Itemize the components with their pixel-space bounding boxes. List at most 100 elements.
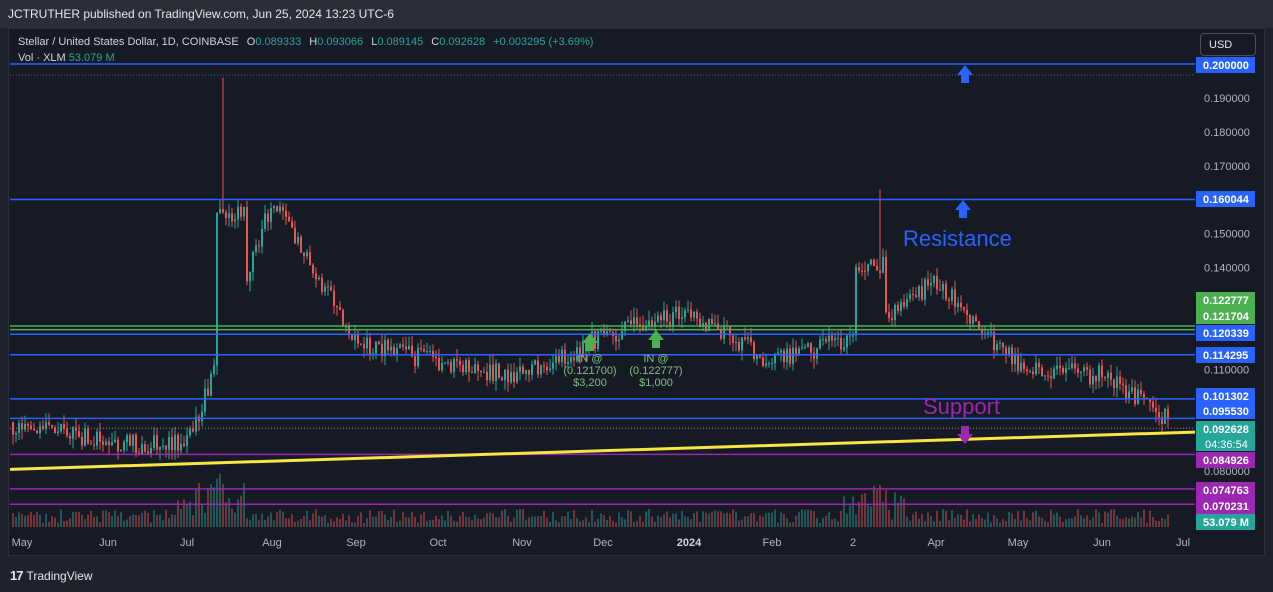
volume-bar — [828, 512, 830, 527]
volume-bar — [942, 509, 944, 527]
candle-body — [285, 210, 287, 217]
volume-bar — [1068, 518, 1070, 527]
candle-body — [183, 443, 185, 446]
volume-bar — [630, 511, 632, 527]
candle-body — [1077, 368, 1079, 373]
candle-body — [525, 370, 527, 374]
volume-bar — [399, 520, 401, 527]
candle-body — [132, 434, 134, 446]
volume-bar — [570, 519, 572, 527]
candle-body — [540, 365, 542, 375]
volume-bar — [105, 510, 107, 527]
volume-bar — [477, 518, 479, 527]
volume-bar — [84, 519, 86, 527]
volume-bar — [834, 518, 836, 527]
volume-bar — [786, 518, 788, 527]
volume-bar — [207, 488, 209, 527]
volume-bar — [867, 504, 869, 527]
x-tick-label: Jul — [180, 537, 194, 549]
candle-body — [432, 351, 434, 357]
volume-bar — [363, 522, 365, 527]
volume-bar — [462, 511, 464, 527]
volume-bar — [1008, 511, 1010, 527]
volume-bar — [426, 520, 428, 527]
candle-body — [1140, 389, 1142, 394]
volume-bar — [453, 520, 455, 527]
candle-body — [783, 350, 785, 363]
candle-body — [327, 286, 329, 288]
volume-bar — [384, 514, 386, 527]
volume-bar — [351, 522, 353, 527]
volume-bar — [504, 509, 506, 527]
candle-body — [510, 372, 512, 383]
volume-bar — [534, 516, 536, 527]
volume-bar — [1152, 517, 1154, 527]
volume-bar — [249, 520, 251, 527]
candle-body — [906, 299, 908, 307]
candle-body — [771, 363, 773, 365]
volume-bar — [1098, 512, 1100, 527]
currency-button[interactable]: USD — [1200, 33, 1256, 56]
volume-bar — [438, 519, 440, 527]
volume-bar — [300, 519, 302, 527]
volume-bar — [474, 514, 476, 527]
level-badge: 0.101302 — [1203, 391, 1249, 403]
level-badge: 0.074763 — [1203, 485, 1249, 497]
volume-bar — [282, 511, 284, 527]
candle-body — [426, 351, 428, 353]
volume-bar — [855, 514, 857, 527]
volume-bar — [1005, 520, 1007, 527]
volume-bar — [465, 516, 467, 527]
volume-bar — [708, 513, 710, 527]
candle-body — [1017, 355, 1019, 372]
volume-bar — [498, 517, 500, 527]
candle-body — [963, 307, 965, 310]
candle-body — [465, 360, 467, 373]
current-price-badge: 0.092628 — [1203, 424, 1249, 436]
volume-bar — [687, 517, 689, 527]
tradingview-logo[interactable]: 17 TradingView — [10, 568, 93, 583]
candle-body — [384, 339, 386, 357]
candle-body — [1095, 375, 1097, 382]
candle-body — [363, 344, 365, 349]
candle-body — [660, 315, 662, 321]
candle-body — [867, 264, 869, 272]
candle-body — [1134, 387, 1136, 405]
volume-bar — [561, 516, 563, 527]
candle-body — [126, 435, 128, 443]
volume-bar — [174, 514, 176, 527]
volume-bar — [990, 522, 992, 527]
candle-body — [192, 428, 194, 432]
x-tick-label: Jul — [1176, 537, 1190, 549]
volume-bar — [936, 510, 938, 527]
volume-bar — [711, 511, 713, 527]
candle-body — [1062, 367, 1064, 373]
candle-body — [267, 213, 269, 222]
candle-body — [609, 331, 611, 333]
volume-bar — [627, 509, 629, 527]
candle-body — [1011, 347, 1013, 365]
price-chart[interactable]: ResistanceSupportIN @(0.121700)$3,200IN … — [0, 0, 1273, 592]
volume-bar — [165, 509, 167, 527]
candle-body — [201, 411, 203, 422]
volume-bar — [624, 519, 626, 527]
volume-bar — [894, 492, 896, 527]
candle-body — [312, 264, 314, 274]
volume-bar — [1104, 511, 1106, 527]
volume-bar — [771, 512, 773, 527]
candle-body — [1125, 385, 1127, 399]
candle-body — [471, 371, 473, 373]
candle-body — [807, 343, 809, 347]
volume-bar — [807, 509, 809, 527]
candle-body — [207, 388, 209, 396]
candle-body — [216, 213, 218, 366]
candle-body — [354, 334, 356, 341]
candle-body — [282, 206, 284, 211]
candle-body — [264, 213, 266, 229]
candle-body — [1035, 362, 1037, 375]
candle-body — [507, 369, 509, 383]
volume-bar — [258, 519, 260, 527]
volume-bar — [141, 512, 143, 527]
candle-body — [741, 337, 743, 351]
candle-body — [450, 361, 452, 373]
